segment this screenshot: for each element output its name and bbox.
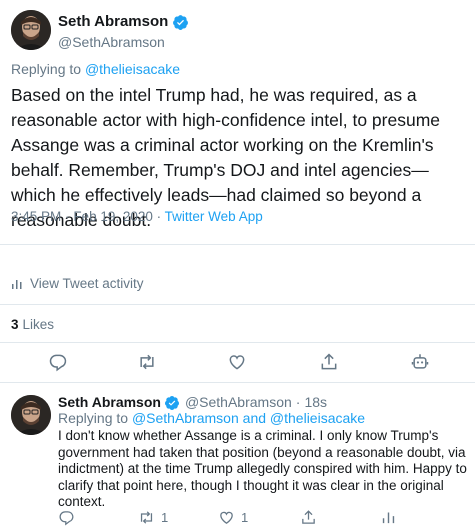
- analytics-button[interactable]: [380, 509, 397, 526]
- tweet-time[interactable]: 3:45 PM: [11, 209, 61, 224]
- share-button[interactable]: [300, 509, 317, 526]
- display-name-text[interactable]: Seth Abramson: [58, 13, 168, 31]
- retweet-icon: [140, 354, 154, 370]
- replying-mention-link[interactable]: @thelieisacake: [85, 61, 180, 77]
- likes-number[interactable]: 3: [11, 317, 19, 332]
- handle[interactable]: @SethAbramson: [58, 32, 189, 52]
- reply-text: I don't know whether Assange is a crimin…: [58, 428, 467, 509]
- share-button[interactable]: [319, 352, 339, 372]
- replying-prefix: Replying to: [58, 410, 129, 426]
- likes-label[interactable]: Likes: [23, 317, 55, 332]
- retweet-count[interactable]: 1: [161, 510, 168, 525]
- replying-to: Replying to @SethAbramson and @thelieisa…: [58, 410, 365, 427]
- retweet-button[interactable]: [137, 352, 157, 372]
- like-button[interactable]: [227, 352, 247, 372]
- avatar[interactable]: [11, 10, 51, 50]
- like-button[interactable]: 1: [218, 509, 248, 526]
- bot-button[interactable]: [410, 352, 430, 372]
- reply-button[interactable]: [58, 509, 75, 526]
- display-name[interactable]: Seth Abramson: [58, 13, 189, 31]
- view-activity-label[interactable]: View Tweet activity: [30, 276, 144, 291]
- reply-icon: [49, 354, 67, 372]
- replying-and[interactable]: and: [243, 410, 266, 426]
- display-name[interactable]: Seth Abramson: [58, 394, 161, 411]
- replying-mention-link[interactable]: @thelieisacake: [270, 410, 365, 426]
- replying-prefix: Replying to: [11, 61, 82, 77]
- reply-icon: [59, 511, 74, 526]
- reply-author-line: Seth Abramson @SethAbramson · 18s: [58, 394, 327, 411]
- author-block: Seth Abramson @SethAbramson: [58, 13, 189, 52]
- meta-separator-2: ·: [156, 209, 162, 224]
- verified-badge-icon: [172, 14, 189, 31]
- analytics-bars-icon: [12, 279, 22, 289]
- tweet-time[interactable]: 18s: [304, 394, 327, 411]
- reply-tweet[interactable]: Seth Abramson @SethAbramson · 18s Replyi…: [0, 383, 475, 531]
- main-tweet: Seth Abramson @SethAbramson Replying to …: [0, 0, 475, 382]
- retweet-button[interactable]: 1: [138, 509, 168, 526]
- share-icon: [302, 510, 315, 524]
- bot-icon: [411, 354, 429, 369]
- divider: [0, 342, 475, 343]
- likes-count[interactable]: 3 Likes: [11, 317, 54, 332]
- source-app-link[interactable]: Twitter Web App: [165, 209, 263, 224]
- handle[interactable]: @SethAbramson: [185, 394, 292, 411]
- verified-badge-icon: [164, 395, 180, 411]
- avatar[interactable]: [11, 395, 51, 435]
- divider: [0, 244, 475, 245]
- view-activity-link[interactable]: View Tweet activity: [11, 276, 144, 291]
- analytics-bars-icon: [382, 512, 395, 524]
- heart-icon: [229, 355, 245, 370]
- like-count[interactable]: 1: [241, 510, 248, 525]
- meta-separator: ·: [65, 209, 70, 224]
- tweet-actions: [0, 352, 475, 376]
- reply-actions: 1 1: [0, 509, 475, 527]
- heart-icon: [220, 511, 233, 524]
- tweet-meta: 3:45 PM · Feb 19, 2020 · Twitter Web App: [11, 208, 263, 226]
- replying-to: Replying to @thelieisacake: [11, 60, 180, 78]
- replying-mention-link[interactable]: @SethAbramson: [132, 410, 239, 426]
- tweet-date[interactable]: Feb 19, 2020: [73, 209, 153, 224]
- divider: [0, 304, 475, 305]
- head-separator: ·: [295, 394, 301, 410]
- reply-button[interactable]: [48, 352, 68, 372]
- share-icon: [321, 353, 337, 370]
- retweet-icon: [140, 511, 153, 524]
